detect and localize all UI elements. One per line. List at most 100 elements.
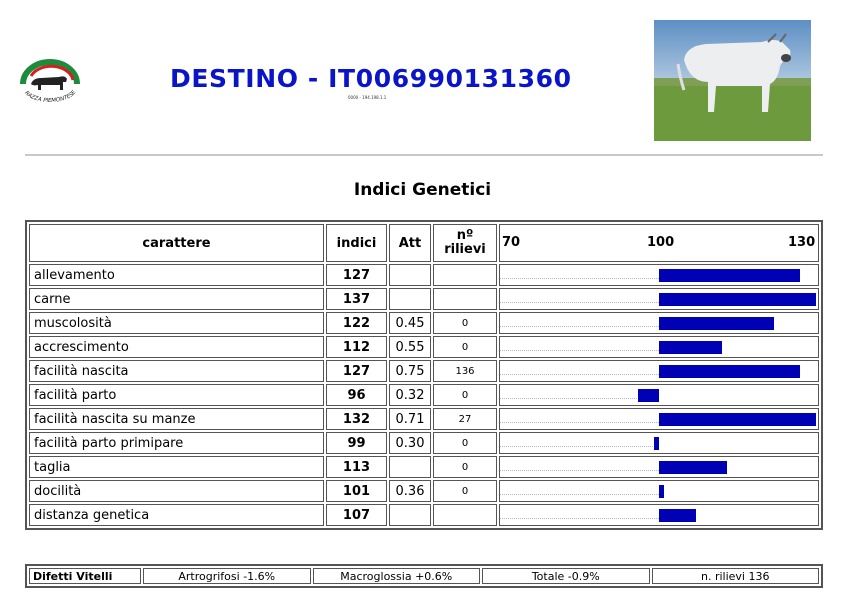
table-row: carne 137 <box>29 288 819 310</box>
row-bar-cell <box>499 264 819 286</box>
row-bar-cell <box>499 360 819 382</box>
row-indici: 112 <box>326 336 387 358</box>
table-row: distanza genetica 107 <box>29 504 819 526</box>
table-row: allevamento 127 <box>29 264 819 286</box>
row-att: 0.32 <box>389 384 431 406</box>
row-carattere: facilità nascita <box>29 360 324 382</box>
header-att: Att <box>389 224 431 262</box>
index-bar <box>659 317 775 330</box>
row-indici: 96 <box>326 384 387 406</box>
table-header-row: carattere indici Att nº rilievi 70 100 1… <box>29 224 819 262</box>
index-bar <box>653 437 659 450</box>
row-bar-cell <box>499 480 819 502</box>
bar-baseline <box>500 446 659 447</box>
row-carattere: facilità parto <box>29 384 324 406</box>
row-rilievi <box>433 504 497 526</box>
row-carattere: docilità <box>29 480 324 502</box>
index-bar <box>659 341 722 354</box>
row-att <box>389 504 431 526</box>
row-bar-cell <box>499 336 819 358</box>
row-att: 0.75 <box>389 360 431 382</box>
row-rilievi: 0 <box>433 336 497 358</box>
row-att: 0.30 <box>389 432 431 454</box>
bar-baseline <box>500 326 659 327</box>
row-att <box>389 288 431 310</box>
defects-row: Difetti Vitelli Artrogrifosi -1.6% Macro… <box>29 568 819 584</box>
row-bar-cell <box>499 312 819 334</box>
row-rilievi: 27 <box>433 408 497 430</box>
row-bar-cell <box>499 384 819 406</box>
header-rilievi: nº rilievi <box>433 224 497 262</box>
row-bar-cell <box>499 504 819 526</box>
page-title: DESTINO - IT006990131360 <box>170 64 572 93</box>
index-bar <box>638 389 659 402</box>
row-carattere: taglia <box>29 456 324 478</box>
header-indici: indici <box>326 224 387 262</box>
row-indici: 127 <box>326 360 387 382</box>
row-carattere: distanza genetica <box>29 504 324 526</box>
row-att <box>389 456 431 478</box>
table-row: muscolosità 122 0.45 0 <box>29 312 819 334</box>
defects-table: Difetti Vitelli Artrogrifosi -1.6% Macro… <box>25 564 823 588</box>
row-att: 0.36 <box>389 480 431 502</box>
section-title: Indici Genetici <box>353 180 492 200</box>
row-att: 0.71 <box>389 408 431 430</box>
svg-text:RAZZA PIEMONTESE: RAZZA PIEMONTESE <box>23 89 78 104</box>
defect-macroglossia: Macroglossia +0.6% <box>312 568 480 584</box>
bar-baseline <box>500 278 659 279</box>
row-indici: 127 <box>326 264 387 286</box>
logo-text: RAZZA PIEMONTESE <box>23 89 78 104</box>
row-carattere: facilità nascita su manze <box>29 408 324 430</box>
index-bar <box>659 293 816 306</box>
row-carattere: accrescimento <box>29 336 324 358</box>
row-att: 0.55 <box>389 336 431 358</box>
scale-label-mid: 100 <box>647 235 675 250</box>
bull-photo <box>654 20 811 141</box>
row-carattere: muscolosità <box>29 312 324 334</box>
table-row: docilità 101 0.36 0 <box>29 480 819 502</box>
row-carattere: allevamento <box>29 264 324 286</box>
row-indici: 99 <box>326 432 387 454</box>
index-bar <box>659 461 728 474</box>
defects-label: Difetti Vitelli <box>29 568 141 584</box>
genetic-indices-table: carattere indici Att nº rilievi 70 100 1… <box>25 220 823 530</box>
breed-logo: RAZZA PIEMONTESE <box>20 59 80 104</box>
index-bar <box>659 509 696 522</box>
row-rilievi <box>433 288 497 310</box>
row-rilievi: 0 <box>433 312 497 334</box>
row-indici: 113 <box>326 456 387 478</box>
index-bar <box>659 365 801 378</box>
table-row: accrescimento 112 0.55 0 <box>29 336 819 358</box>
row-indici: 122 <box>326 312 387 334</box>
defect-totale: Totale -0.9% <box>482 568 650 584</box>
table-row: facilità parto 96 0.32 0 <box>29 384 819 406</box>
defect-artrogrifosi: Artrogrifosi -1.6% <box>143 568 311 584</box>
bar-baseline <box>500 518 659 519</box>
row-carattere: facilità parto primipare <box>29 432 324 454</box>
row-rilievi: 0 <box>433 432 497 454</box>
row-rilievi: 0 <box>433 456 497 478</box>
index-bar <box>659 413 816 426</box>
row-att: 0.45 <box>389 312 431 334</box>
scale-label-max: 130 <box>788 235 816 250</box>
row-rilievi <box>433 264 497 286</box>
header-carattere: carattere <box>29 224 324 262</box>
row-indici: 101 <box>326 480 387 502</box>
bar-baseline <box>500 350 659 351</box>
bar-baseline <box>500 374 659 375</box>
index-bar <box>659 485 665 498</box>
row-bar-cell <box>499 408 819 430</box>
table-row: facilità parto primipare 99 0.30 0 <box>29 432 819 454</box>
bull-icon <box>31 76 67 90</box>
row-indici: 107 <box>326 504 387 526</box>
bar-baseline <box>500 494 659 495</box>
bar-baseline <box>500 302 659 303</box>
bar-baseline <box>500 422 659 423</box>
page-subtitle: 0000 - 194.198.1.1 <box>348 95 387 100</box>
bar-baseline <box>500 398 659 399</box>
row-bar-cell <box>499 432 819 454</box>
table-row: facilità nascita 127 0.75 136 <box>29 360 819 382</box>
index-bar <box>659 269 801 282</box>
row-indici: 137 <box>326 288 387 310</box>
header-divider <box>25 154 823 156</box>
